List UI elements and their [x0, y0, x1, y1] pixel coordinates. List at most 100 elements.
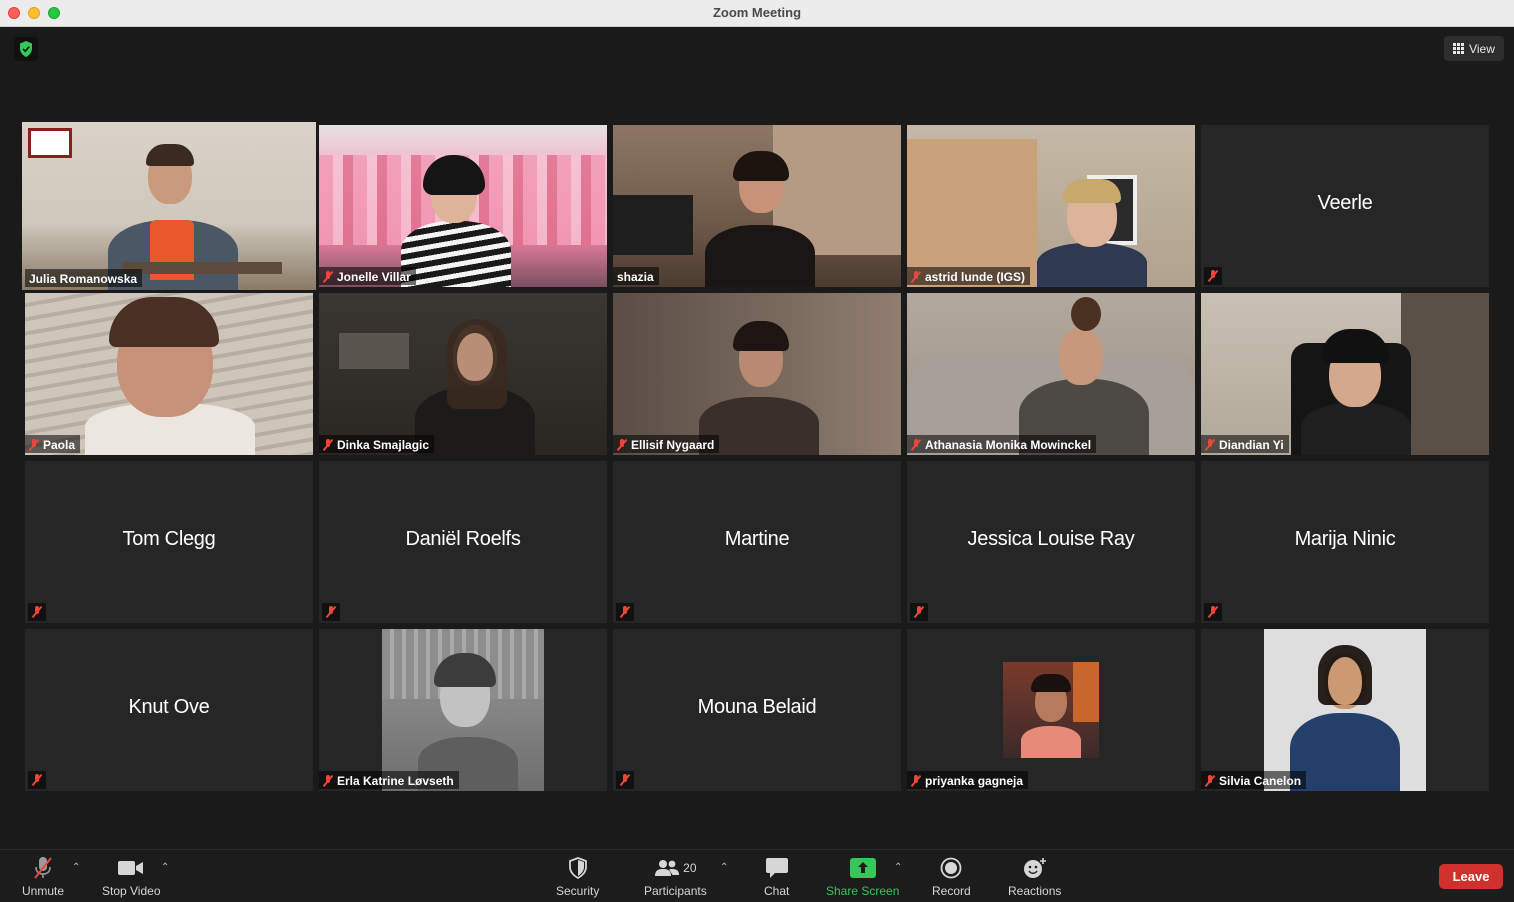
- video-tile[interactable]: Marija Ninic: [1201, 461, 1489, 623]
- video-tile[interactable]: Veerle: [1201, 125, 1489, 287]
- participant-name-label: astrid lunde (IGS): [907, 267, 1031, 285]
- chat-bubble-icon: [765, 856, 789, 880]
- participant-name-label: Paola: [25, 435, 81, 453]
- share-screen-icon: [849, 856, 876, 880]
- caret-up-icon[interactable]: ⌃: [894, 862, 902, 873]
- muted-mic-icon: [32, 774, 42, 786]
- participant-name-label: shazia: [613, 267, 659, 285]
- muted-mic-icon: [620, 774, 630, 786]
- stop-video-button[interactable]: Stop Video: [102, 856, 161, 898]
- video-tile[interactable]: Athanasia Monika Mowinckel: [907, 293, 1195, 455]
- muted-mic-icon: [1205, 775, 1215, 787]
- participant-name: Ellisif Nygaard: [631, 438, 715, 452]
- unmute-button[interactable]: Unmute: [22, 856, 64, 898]
- record-label: Record: [932, 884, 971, 898]
- muted-mic-icon: [617, 439, 627, 451]
- participants-count: 20: [683, 861, 697, 875]
- view-button[interactable]: View: [1444, 36, 1504, 61]
- video-tile[interactable]: Martine: [613, 461, 901, 623]
- muted-mic-badge: [28, 603, 46, 621]
- muted-mic-icon: [326, 606, 336, 618]
- video-tile[interactable]: Ellisif Nygaard: [613, 293, 901, 455]
- muted-mic-badge: [28, 771, 46, 789]
- video-tile[interactable]: priyanka gagneja: [907, 629, 1195, 791]
- muted-mic-icon: [911, 775, 921, 787]
- chat-button[interactable]: Chat: [764, 856, 789, 898]
- security-shield-icon: [568, 856, 587, 880]
- participant-name-center: Martine: [724, 528, 790, 551]
- video-tile[interactable]: Jonelle Villar: [319, 125, 607, 287]
- participant-name-center: Mouna Belaid: [697, 696, 817, 719]
- muted-mic-icon: [323, 439, 333, 451]
- video-tile[interactable]: Jessica Louise Ray: [907, 461, 1195, 623]
- reactions-label: Reactions: [1008, 884, 1062, 898]
- profile-photo: [382, 629, 544, 791]
- caret-up-icon[interactable]: ⌃: [161, 862, 169, 873]
- video-tile[interactable]: Daniël Roelfs: [319, 461, 607, 623]
- participants-icon: 20: [654, 856, 697, 880]
- participant-name: Dinka Smajlagic: [337, 438, 430, 452]
- leave-button[interactable]: Leave: [1439, 864, 1503, 889]
- muted-mic-badge: [1204, 603, 1222, 621]
- title-bar: Zoom Meeting: [0, 0, 1514, 27]
- profile-photo: [1003, 662, 1099, 758]
- participant-name-label: Dinka Smajlagic: [319, 435, 435, 453]
- participant-name: Paola: [43, 438, 76, 452]
- video-feed: [22, 122, 316, 290]
- view-label: View: [1469, 41, 1495, 56]
- participant-name: Erla Katrine Løvseth: [337, 774, 454, 788]
- zoom-window: Zoom Meeting View Julia Romanowska Jonel…: [0, 0, 1514, 902]
- chat-label: Chat: [764, 884, 790, 898]
- participant-name-label: Julia Romanowska: [25, 269, 143, 287]
- muted-mic-icon: [1208, 606, 1218, 618]
- video-tile[interactable]: Mouna Belaid: [613, 629, 901, 791]
- video-feed: [1201, 293, 1489, 455]
- video-tile[interactable]: Julia Romanowska: [22, 122, 316, 290]
- participant-name-label: Athanasia Monika Mowinckel: [907, 435, 1097, 453]
- participant-name: shazia: [617, 270, 654, 284]
- caret-up-icon[interactable]: ⌃: [72, 862, 80, 873]
- participant-name: Diandian Yi: [1219, 438, 1284, 452]
- video-tile[interactable]: Erla Katrine Løvseth: [319, 629, 607, 791]
- muted-mic-badge: [1204, 267, 1222, 285]
- muted-mic-icon: [29, 439, 39, 451]
- video-tile[interactable]: Silvia Canelon: [1201, 629, 1489, 791]
- security-label: Security: [556, 884, 600, 898]
- participant-name-label: Jonelle Villar: [319, 267, 416, 285]
- video-tile[interactable]: Diandian Yi: [1201, 293, 1489, 455]
- camera-icon: [118, 856, 144, 880]
- video-tile[interactable]: Dinka Smajlagic: [319, 293, 607, 455]
- participant-name-center: Veerle: [1317, 192, 1373, 215]
- participant-name: Athanasia Monika Mowinckel: [925, 438, 1092, 452]
- stop-video-label: Stop Video: [102, 884, 161, 898]
- participants-button[interactable]: 20 Participants: [644, 856, 707, 898]
- video-tile[interactable]: shazia: [613, 125, 901, 287]
- muted-mic-icon: [914, 606, 924, 618]
- participants-label: Participants: [644, 884, 707, 898]
- participant-name-center: Jessica Louise Ray: [967, 528, 1135, 551]
- video-tile[interactable]: Paola: [25, 293, 313, 455]
- muted-mic-badge: [616, 771, 634, 789]
- meeting-toolbar: Unmute ⌃ Stop Video ⌃ Security 20 Partic…: [0, 849, 1514, 902]
- security-button[interactable]: Security: [556, 856, 599, 898]
- muted-mic-icon: [323, 775, 333, 787]
- video-feed: [613, 125, 901, 287]
- share-screen-button[interactable]: Share Screen: [826, 856, 899, 898]
- participant-name-center: Knut Ove: [128, 696, 210, 719]
- share-screen-label: Share Screen: [826, 884, 900, 898]
- profile-photo: [1264, 629, 1426, 791]
- record-button[interactable]: Record: [932, 856, 971, 898]
- record-icon: [940, 856, 962, 880]
- video-tile[interactable]: Knut Ove: [25, 629, 313, 791]
- participant-name: priyanka gagneja: [925, 774, 1024, 788]
- muted-mic-icon: [911, 439, 921, 451]
- muted-mic-icon: [620, 606, 630, 618]
- reactions-button[interactable]: Reactions: [1008, 856, 1061, 898]
- caret-up-icon[interactable]: ⌃: [720, 862, 728, 873]
- encryption-shield-icon[interactable]: [14, 37, 38, 61]
- video-tile[interactable]: astrid lunde (IGS): [907, 125, 1195, 287]
- muted-mic-icon: [1205, 439, 1215, 451]
- muted-mic-icon: [32, 606, 42, 618]
- participant-name: Jonelle Villar: [337, 270, 411, 284]
- video-tile[interactable]: Tom Clegg: [25, 461, 313, 623]
